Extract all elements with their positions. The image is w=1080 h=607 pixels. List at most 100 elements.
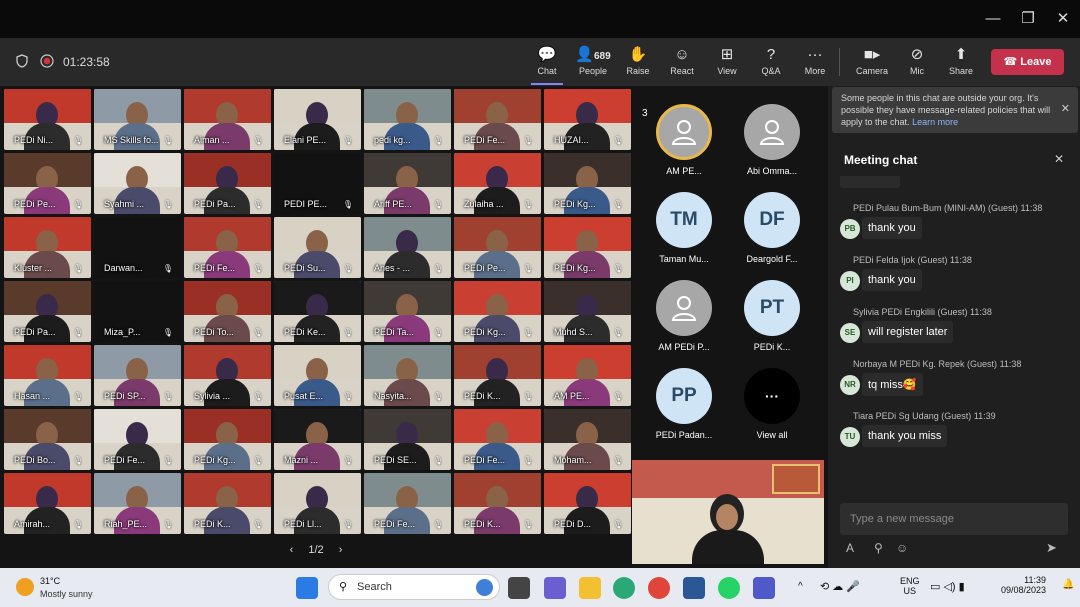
- start-icon[interactable]: [296, 577, 318, 599]
- participant-tile[interactable]: Aiman ... 🎙: [184, 89, 271, 150]
- participant-tile[interactable]: Amirah... 🎙: [4, 473, 91, 534]
- chat-app-icon[interactable]: [544, 577, 566, 599]
- notifications-icon[interactable]: 🔔: [1062, 579, 1074, 590]
- camera-button[interactable]: ■▸ Camera: [849, 45, 895, 76]
- participant-tile[interactable]: PEDi Ta... 🎙: [364, 281, 451, 342]
- participant-tile[interactable]: PEDi D... 🎙: [544, 473, 631, 534]
- participant-tile[interactable]: Nasyita... 🎙: [364, 345, 451, 406]
- participant-tile[interactable]: PEDi Kg... 🎙: [544, 153, 631, 214]
- participant-tile[interactable]: PEDi K... 🎙: [184, 473, 271, 534]
- featured-participant[interactable]: DF Deargold F...: [729, 192, 815, 264]
- compose-box[interactable]: Type a new message: [840, 503, 1068, 535]
- search-box[interactable]: ⚲ Search: [328, 574, 500, 600]
- weather-icon[interactable]: [16, 578, 34, 596]
- participant-tile[interactable]: PEDi Ll... 🎙: [274, 473, 361, 534]
- participant-tile[interactable]: Pusat E... 🎙: [274, 345, 361, 406]
- featured-participant[interactable]: PT PEDi K...: [729, 280, 815, 352]
- format-icon[interactable]: A: [846, 541, 854, 555]
- participant-tile[interactable]: AM PE... 🎙: [544, 345, 631, 406]
- attach-icon[interactable]: ⚲: [874, 541, 883, 555]
- tray-chevron-icon[interactable]: ^: [798, 581, 803, 592]
- leave-button[interactable]: ☎ Leave: [991, 49, 1064, 75]
- message-bubble[interactable]: thank you miss: [862, 425, 948, 447]
- share-button[interactable]: ⬆ Share: [938, 45, 984, 76]
- chrome-icon[interactable]: [648, 577, 670, 599]
- minimize-button[interactable]: —: [979, 8, 1007, 30]
- message-bubble[interactable]: thank you: [862, 269, 922, 291]
- featured-participant[interactable]: ··· View all: [729, 368, 815, 440]
- participant-tile[interactable]: Hasan ... 🎙: [4, 345, 91, 406]
- participant-tile[interactable]: Muhd S... 🎙: [544, 281, 631, 342]
- file-explorer-icon[interactable]: [579, 577, 601, 599]
- participant-tile[interactable]: Moham... 🎙: [544, 409, 631, 470]
- participant-tile[interactable]: PEDi Fe... 🎙: [184, 217, 271, 278]
- clock[interactable]: 11:39 09/08/2023: [1000, 575, 1046, 595]
- teams-icon[interactable]: [753, 577, 775, 599]
- shield-icon[interactable]: [16, 54, 28, 68]
- more-button[interactable]: ··· More: [792, 45, 838, 76]
- language-indicator[interactable]: ENG US: [900, 576, 920, 596]
- participant-tile[interactable]: PEDi Fe... 🎙: [364, 473, 451, 534]
- close-window-button[interactable]: ✕: [1049, 8, 1077, 30]
- participant-tile[interactable]: PEDi Pa... 🎙: [4, 281, 91, 342]
- react-button[interactable]: ☺ React: [659, 45, 705, 76]
- participant-tile[interactable]: Syahmi ... 🎙: [94, 153, 181, 214]
- raise-hand-button[interactable]: ✋ Raise: [615, 45, 661, 76]
- self-view-video[interactable]: [632, 460, 824, 564]
- view-button[interactable]: ⊞ View: [704, 45, 750, 76]
- next-page-button[interactable]: ›: [339, 544, 343, 556]
- participant-tile[interactable]: PEDi K... 🎙: [454, 473, 541, 534]
- participant-tile[interactable]: Riah_PE... 🎙: [94, 473, 181, 534]
- whatsapp-icon[interactable]: [718, 577, 740, 599]
- participant-tile[interactable]: Kluster ... 🎙: [4, 217, 91, 278]
- message-bubble[interactable]: thank you: [862, 217, 922, 239]
- prev-page-button[interactable]: ‹: [290, 544, 294, 556]
- participant-tile[interactable]: HUZAI... 🎙: [544, 89, 631, 150]
- qa-button[interactable]: ? Q&A: [748, 45, 794, 76]
- close-chat-icon[interactable]: ✕: [1054, 152, 1064, 166]
- network-volume-battery-icons[interactable]: ▭ ◁) ▮: [930, 580, 965, 593]
- close-notice-icon[interactable]: ✕: [1061, 103, 1070, 115]
- participant-tile[interactable]: Miza_P... 🎙: [94, 281, 181, 342]
- featured-participant[interactable]: TM Taman Mu...: [641, 192, 727, 264]
- participant-tile[interactable]: Mazni ... 🎙: [274, 409, 361, 470]
- participant-tile[interactable]: PEDi Pe... 🎙: [454, 217, 541, 278]
- emoji-icon[interactable]: ☺: [896, 541, 908, 555]
- participant-tile[interactable]: PEDi K... 🎙: [454, 345, 541, 406]
- chat-button[interactable]: 💬 Chat: [524, 45, 570, 76]
- edge-icon[interactable]: [613, 577, 635, 599]
- participant-tile[interactable]: PEDi Pa... 🎙: [184, 153, 271, 214]
- featured-participant[interactable]: Abi Omma...: [729, 104, 815, 176]
- featured-participant[interactable]: AM PE... 3: [641, 104, 727, 176]
- maximize-button[interactable]: ❐: [1014, 8, 1042, 30]
- participant-tile[interactable]: PEDi SP... 🎙: [94, 345, 181, 406]
- participant-tile[interactable]: PEDi To... 🎙: [184, 281, 271, 342]
- participant-tile[interactable]: Anes - ... 🎙: [364, 217, 451, 278]
- participant-tile[interactable]: PEDi Fe... 🎙: [94, 409, 181, 470]
- participant-tile[interactable]: PEDi Fe... 🎙: [454, 409, 541, 470]
- tray-icons[interactable]: ⟲ ☁ 🎤: [820, 580, 860, 593]
- participant-tile[interactable]: MS Skills fo... 🎙: [94, 89, 181, 150]
- send-icon[interactable]: ➤: [1046, 540, 1057, 556]
- featured-participant[interactable]: PP PEDi Padan...: [641, 368, 727, 440]
- participant-tile[interactable]: Elani PE... 🎙: [274, 89, 361, 150]
- people-button[interactable]: 👤689 People: [570, 45, 616, 76]
- participant-tile[interactable]: PEDi Kg... 🎙: [544, 217, 631, 278]
- featured-participant[interactable]: AM PEDi P...: [641, 280, 727, 352]
- participant-tile[interactable]: PEDi Fe... 🎙: [454, 89, 541, 150]
- participant-tile[interactable]: PEDi SE... 🎙: [364, 409, 451, 470]
- mic-button[interactable]: ⊘ Mic: [894, 45, 940, 76]
- participant-tile[interactable]: PEDi Bo... 🎙: [4, 409, 91, 470]
- participant-tile[interactable]: PEDi Pe... 🎙: [4, 153, 91, 214]
- participant-tile[interactable]: PEDi Su... 🎙: [274, 217, 361, 278]
- participant-tile[interactable]: PEDi Ke... 🎙: [274, 281, 361, 342]
- participant-tile[interactable]: PEDi Kg... 🎙: [184, 409, 271, 470]
- learn-more-link[interactable]: Learn more: [912, 117, 958, 127]
- participant-tile[interactable]: Darwan... 🎙: [94, 217, 181, 278]
- participant-tile[interactable]: pedi kg... 🎙: [364, 89, 451, 150]
- message-bubble[interactable]: will register later: [862, 321, 954, 343]
- task-view-icon[interactable]: [508, 577, 530, 599]
- participant-tile[interactable]: PEDi Ni... 🎙: [4, 89, 91, 150]
- participant-tile[interactable]: Ariff PE... 🎙: [364, 153, 451, 214]
- participant-tile[interactable]: Sylivia ... 🎙: [184, 345, 271, 406]
